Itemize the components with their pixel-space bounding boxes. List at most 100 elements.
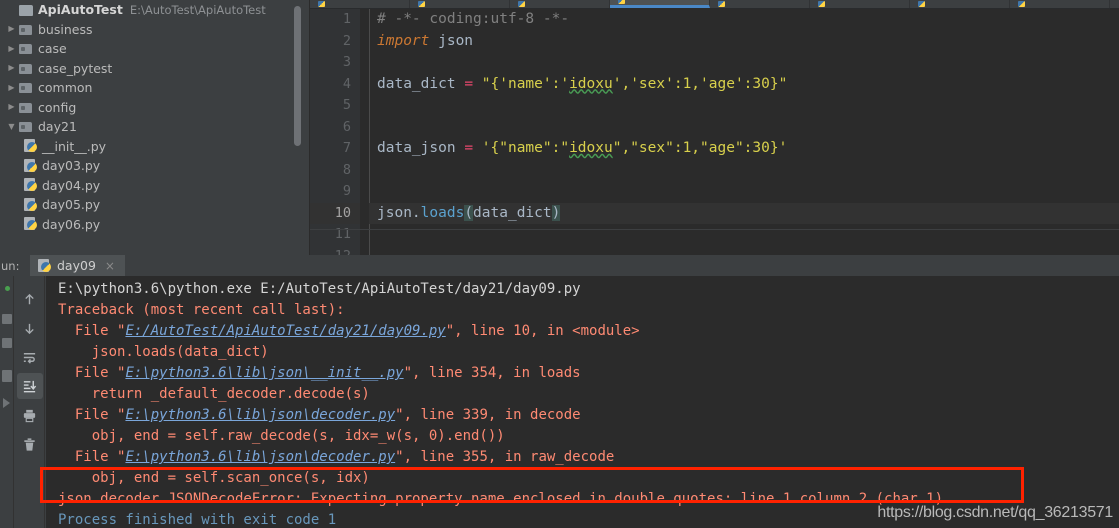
trash-icon[interactable] bbox=[17, 431, 43, 457]
code-keyword: import bbox=[377, 32, 430, 49]
line-number: 8 bbox=[342, 161, 351, 178]
code-line-4: data_dict = "{'name':'idoxu','sex':1,'ag… bbox=[377, 74, 1119, 96]
console-line-traceback: File "E:\python3.6\lib\json\decoder.py",… bbox=[46, 447, 1119, 468]
code-text-area[interactable]: # -*- coding:utf-8 -*- import json data_… bbox=[369, 9, 1119, 255]
code-editor[interactable]: 1 2 3 4 5 6 7 8 9 10 11 12 # -*- coding:… bbox=[310, 9, 1119, 255]
python-file-icon bbox=[418, 1, 425, 7]
tree-item-day21[interactable]: ▼ day21 bbox=[0, 117, 310, 137]
file-link[interactable]: E:/AutoTest/ApiAutoTest/day21/day09.py bbox=[125, 323, 445, 339]
code-object: json. bbox=[377, 204, 421, 221]
print-icon[interactable] bbox=[17, 402, 43, 428]
editor-gutter[interactable]: 1 2 3 4 5 6 7 8 9 10 11 12 bbox=[310, 9, 360, 255]
tree-item-label: day03.py bbox=[42, 158, 101, 174]
tree-item-business[interactable]: ▶ business bbox=[0, 20, 310, 40]
python-file-icon bbox=[1018, 1, 1025, 7]
scroll-to-end-icon[interactable] bbox=[16, 373, 43, 399]
tree-item-file[interactable]: day04.py bbox=[0, 176, 310, 196]
editor-tab[interactable] bbox=[1010, 0, 1110, 8]
green-dot-icon bbox=[5, 286, 10, 291]
line-number: 7 bbox=[342, 140, 351, 156]
python-file-icon bbox=[24, 139, 38, 153]
code-module: json bbox=[429, 32, 474, 49]
soft-wrap-icon[interactable] bbox=[17, 344, 43, 370]
tree-item-file[interactable]: __init__.py bbox=[0, 137, 310, 157]
chevron-right-icon[interactable]: ▶ bbox=[4, 64, 19, 72]
editor-tab-strip[interactable] bbox=[310, 0, 1119, 9]
tree-item-label: day05.py bbox=[42, 197, 101, 213]
stop-icon bbox=[2, 338, 12, 348]
line-number: 9 bbox=[342, 183, 351, 199]
editor-tab[interactable] bbox=[410, 0, 510, 8]
run-tab-day09[interactable]: day09 × bbox=[30, 255, 125, 276]
console-line: json.loads(data_dict) bbox=[58, 344, 269, 360]
folder-icon bbox=[19, 63, 33, 74]
editor-bottom-divider bbox=[310, 229, 1119, 230]
line-number: 12 bbox=[310, 246, 360, 256]
tree-item-file[interactable]: day06.py bbox=[0, 215, 310, 235]
console-line: Traceback (most recent call last): bbox=[58, 302, 345, 318]
tree-item-case-pytest[interactable]: ▶ case_pytest bbox=[0, 59, 310, 79]
chevron-right-icon[interactable]: ▶ bbox=[4, 103, 19, 111]
run-tab-label: day09 bbox=[57, 258, 96, 273]
down-arrow-icon[interactable] bbox=[17, 315, 43, 341]
sidebar-scrollbar[interactable] bbox=[294, 6, 301, 146]
tree-item-file[interactable]: day05.py bbox=[0, 195, 310, 215]
run-tool-window: un: day09 × E:\python3.6\python.exe E:/A… bbox=[0, 255, 1119, 528]
tree-item-common[interactable]: ▶ common bbox=[0, 78, 310, 98]
line-number: 11 bbox=[334, 226, 351, 242]
code-variable: data_dict bbox=[377, 75, 465, 92]
up-arrow-icon[interactable] bbox=[17, 286, 43, 312]
code-string-spellcheck: idoxu bbox=[569, 75, 613, 92]
tree-item-label: day21 bbox=[38, 119, 77, 135]
editor-tab[interactable] bbox=[910, 0, 1010, 8]
code-argument: data_dict bbox=[473, 204, 552, 221]
python-file-icon bbox=[318, 1, 325, 7]
code-comment: # -*- coding:utf-8 -*- bbox=[377, 11, 570, 27]
python-file-icon bbox=[38, 258, 52, 273]
editor-tab[interactable] bbox=[810, 0, 910, 8]
chevron-right-icon[interactable]: ▶ bbox=[4, 25, 19, 33]
folder-icon bbox=[19, 102, 33, 113]
tree-item-label: case_pytest bbox=[38, 60, 113, 76]
folder-icon bbox=[19, 82, 33, 94]
close-icon[interactable]: × bbox=[105, 259, 115, 273]
chevron-down-icon[interactable]: ▼ bbox=[4, 122, 19, 131]
file-link[interactable]: E:\python3.6\lib\json\decoder.py bbox=[125, 407, 395, 423]
python-file-icon bbox=[618, 0, 625, 4]
python-file-icon bbox=[818, 1, 825, 7]
chevron-right-icon[interactable]: ▶ bbox=[4, 44, 19, 53]
tree-item-project-root[interactable]: ▶ ApiAutoTest E:\AutoTest\ApiAutoTest bbox=[0, 0, 310, 20]
chevron-right-icon[interactable]: ▶ bbox=[4, 83, 19, 92]
project-tree-panel[interactable]: ▶ ApiAutoTest E:\AutoTest\ApiAutoTest ▶ … bbox=[0, 0, 310, 255]
resume-icon bbox=[3, 398, 10, 408]
folder-icon bbox=[19, 121, 33, 133]
tree-item-label: config bbox=[38, 99, 77, 115]
code-string: '{"name":" bbox=[473, 140, 570, 156]
editor-tab[interactable] bbox=[510, 0, 610, 8]
console-line: obj, end = self.scan_once(s, idx) bbox=[58, 470, 370, 486]
console-toolbar[interactable] bbox=[15, 276, 45, 528]
line-number: 5 bbox=[342, 97, 351, 113]
tree-item-label: business bbox=[38, 21, 93, 37]
file-link[interactable]: E:\python3.6\lib\json\__init__.py bbox=[125, 365, 403, 381]
console-output[interactable]: E:\python3.6\python.exe E:/AutoTest/ApiA… bbox=[46, 276, 1119, 528]
tree-item-config[interactable]: ▶ config bbox=[0, 98, 310, 118]
tree-item-case[interactable]: ▶ case bbox=[0, 39, 310, 59]
console-text: File " bbox=[58, 323, 126, 339]
code-bracket-close: ) bbox=[551, 204, 561, 221]
python-file-icon bbox=[718, 1, 725, 7]
line-number: 1 bbox=[342, 11, 351, 27]
code-operator: = bbox=[464, 140, 474, 156]
editor-tab-active[interactable] bbox=[610, 0, 710, 8]
file-link[interactable]: E:\python3.6\lib\json\decoder.py bbox=[125, 449, 395, 465]
python-file-icon bbox=[918, 1, 925, 7]
editor-tab[interactable] bbox=[310, 0, 410, 8]
line-number: 6 bbox=[342, 118, 351, 135]
run-controls-strip[interactable] bbox=[0, 276, 14, 528]
tree-item-file[interactable]: day03.py bbox=[0, 156, 310, 176]
editor-tab[interactable] bbox=[710, 0, 810, 8]
console-text: ", line 339, in decode bbox=[395, 407, 581, 423]
